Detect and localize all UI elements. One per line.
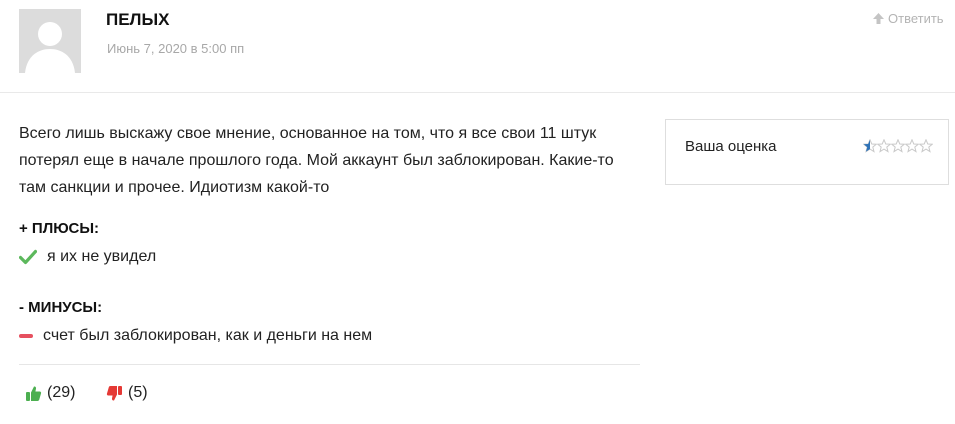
pros-heading: + ПЛЮСЫ:	[19, 220, 100, 237]
vote-up-count: (29)	[47, 384, 76, 401]
thumbs-up-icon	[25, 385, 47, 402]
pro-item: я их не увидел	[18, 248, 157, 266]
check-icon	[18, 249, 38, 265]
star-icon[interactable]	[904, 138, 920, 153]
author-name: ПЕЛЫХ	[106, 10, 170, 29]
star-icon[interactable]	[876, 138, 892, 153]
star-icon[interactable]	[918, 138, 934, 153]
con-item: счет был заблокирован, как и деньги на н…	[19, 327, 372, 345]
arrow-up-icon	[872, 12, 885, 25]
minus-icon	[19, 334, 33, 338]
star-icon[interactable]	[862, 138, 878, 153]
rating-box: Ваша оценка	[665, 119, 949, 185]
thumbs-down-icon	[106, 385, 128, 402]
review-date: Июнь 7, 2020 в 5:00 пп	[107, 41, 245, 56]
header-divider	[0, 92, 955, 93]
pro-item-text: я их не увидел	[47, 248, 157, 265]
star-icon[interactable]	[890, 138, 906, 153]
con-item-text: счет был заблокирован, как и деньги на н…	[43, 327, 373, 344]
avatar	[19, 9, 81, 73]
rating-label: Ваша оценка	[685, 138, 777, 155]
star-rating[interactable]	[862, 138, 934, 153]
footer-divider	[19, 364, 640, 365]
cons-heading: - МИНУСЫ:	[19, 299, 103, 316]
reply-button[interactable]: Ответить	[872, 11, 944, 26]
vote-up-button[interactable]: (29)	[25, 384, 75, 402]
reply-label: Ответить	[888, 11, 944, 26]
vote-down-button[interactable]: (5)	[106, 384, 148, 402]
review-text: Всего лишь выскажу свое мнение, основанн…	[19, 125, 614, 196]
vote-down-count: (5)	[128, 384, 148, 401]
